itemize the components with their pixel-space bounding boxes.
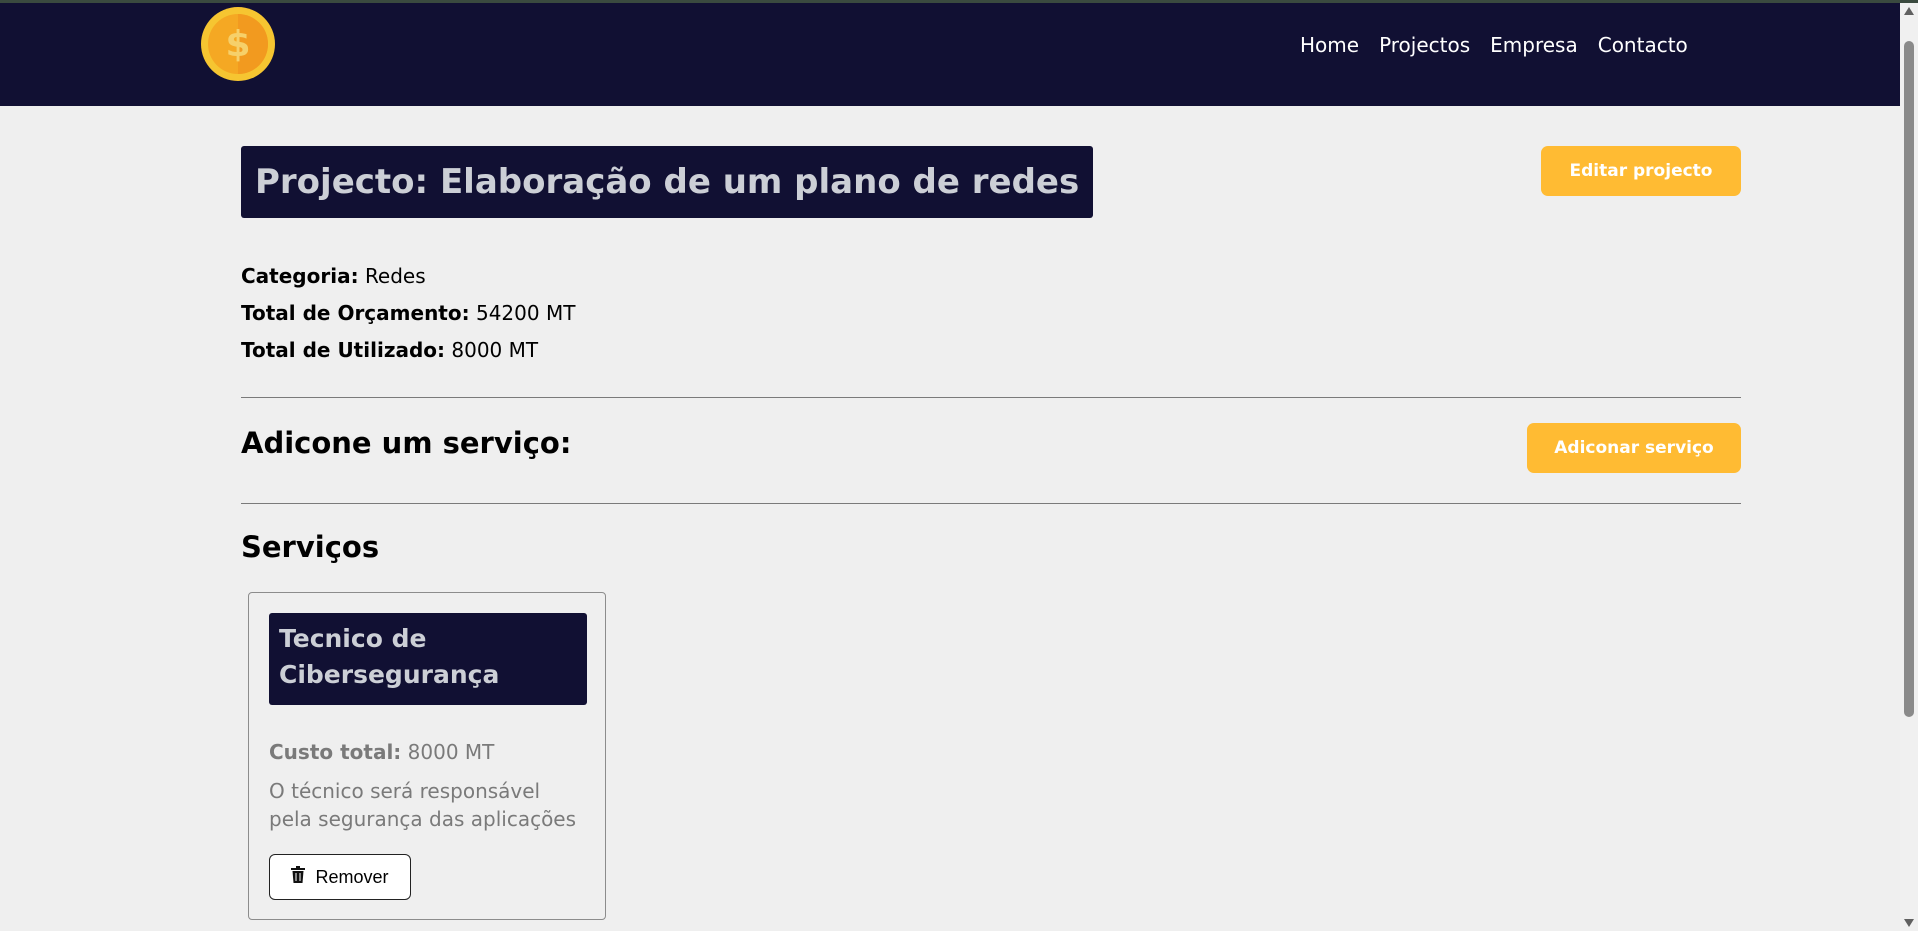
scrollbar-thumb[interactable]: [1904, 41, 1914, 717]
add-service-button[interactable]: Adiconar serviço: [1527, 423, 1741, 473]
edit-project-button[interactable]: Editar projecto: [1541, 146, 1741, 196]
add-service-heading: Adicone um serviço:: [241, 426, 572, 460]
used-value: 8000 MT: [451, 338, 539, 362]
category-value: Redes: [364, 264, 426, 288]
nav-link-empresa[interactable]: Empresa: [1490, 33, 1578, 57]
divider: [241, 503, 1741, 504]
service-cost-label: Custo total:: [269, 740, 402, 764]
service-cost: Custo total: 8000 MT: [269, 740, 494, 764]
nav-link-contacto[interactable]: Contacto: [1598, 33, 1688, 57]
used-label: Total de Utilizado:: [241, 338, 446, 362]
budget-label: Total de Orçamento:: [241, 301, 470, 325]
trash-icon: [291, 866, 306, 888]
project-title: Projecto: Elaboração de um plano de rede…: [241, 146, 1094, 218]
service-cost-value: 8000 MT: [407, 740, 495, 764]
service-card: Tecnico de Cibersegurança Custo total: 8…: [248, 592, 606, 920]
project-category: Categoria: Redes: [241, 264, 426, 288]
service-title: Tecnico de Cibersegurança: [269, 613, 587, 705]
navbar: $ Home Projectos Empresa Contacto: [0, 3, 1900, 106]
service-description: O técnico será responsável pela seguranç…: [269, 779, 577, 831]
nav-link-home[interactable]: Home: [1300, 33, 1359, 57]
services-heading: Serviços: [241, 530, 380, 564]
nav-link-projectos[interactable]: Projectos: [1379, 33, 1470, 57]
scroll-down-icon[interactable]: [1904, 919, 1914, 927]
budget-value: 54200 MT: [475, 301, 576, 325]
divider: [241, 397, 1741, 398]
vertical-scrollbar[interactable]: [1900, 3, 1918, 931]
project-budget: Total de Orçamento: 54200 MT: [241, 301, 575, 325]
nav-links: Home Projectos Empresa Contacto: [1300, 33, 1688, 57]
remove-service-button[interactable]: Remover: [269, 854, 411, 900]
project-used: Total de Utilizado: 8000 MT: [241, 338, 538, 362]
svg-text:$: $: [225, 24, 250, 65]
coin-dollar-icon[interactable]: $: [200, 6, 276, 82]
remove-label: Remover: [315, 866, 389, 887]
category-label: Categoria:: [241, 264, 359, 288]
scroll-up-icon[interactable]: [1904, 7, 1914, 15]
